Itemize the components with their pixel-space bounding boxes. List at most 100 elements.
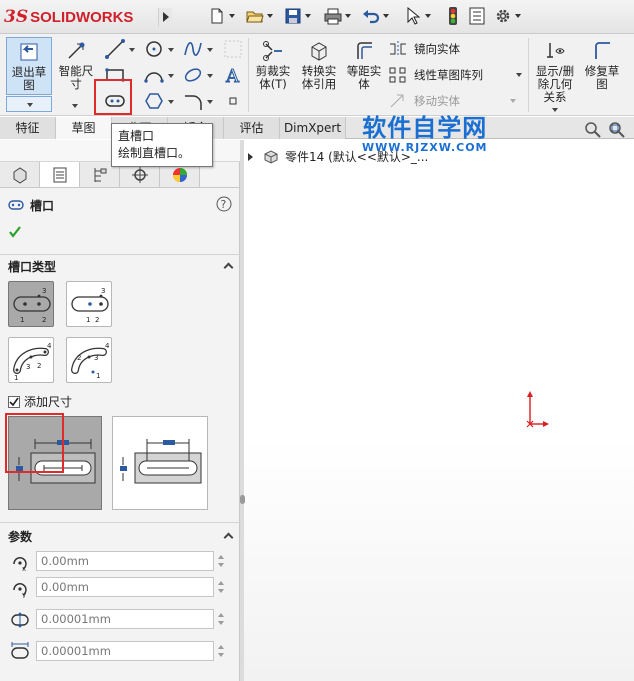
help-icon[interactable]: ? <box>216 196 232 212</box>
save-button[interactable] <box>284 6 311 26</box>
options-button[interactable] <box>494 6 521 26</box>
file-properties-button[interactable] <box>468 6 486 26</box>
3-point-arc-slot-icon: 1 3 2 4 <box>13 342 52 382</box>
open-folder-icon <box>246 11 264 23</box>
center-x-spinner[interactable] <box>216 551 226 571</box>
center-y-spinner[interactable] <box>216 577 226 597</box>
select-button[interactable] <box>404 6 431 26</box>
parameters-collapse-chevron-icon[interactable] <box>223 532 234 543</box>
add-dimensions-checkbox-row[interactable]: 添加尺寸 <box>8 393 72 410</box>
mirror-entities-label: 镜向实体 <box>414 41 460 56</box>
polygon-tool-icon[interactable] <box>143 90 165 112</box>
slot-width-spinner[interactable] <box>216 609 226 629</box>
circle-tool-icon[interactable] <box>143 38 165 60</box>
properties-list-icon <box>469 7 485 25</box>
display-delete-relations-button[interactable]: 显示/删除几何关系 <box>532 37 578 104</box>
slot-feature-icon <box>8 200 24 210</box>
menu-expand-arrow-icon[interactable] <box>158 8 172 26</box>
exit-sketch-dropdown[interactable] <box>6 96 52 112</box>
repair-sketch-button[interactable]: 修复草图 <box>582 37 622 97</box>
convert-entities-icon <box>311 42 327 61</box>
tooltip-title: 直槽口 <box>118 129 155 143</box>
line-tool-icon[interactable] <box>104 38 126 60</box>
ellipse-tool-icon[interactable] <box>182 64 204 86</box>
ds-logo-mark: 3S <box>4 7 29 27</box>
configuration-manager-icon <box>94 167 106 182</box>
dimension-center-to-center-option[interactable] <box>112 416 208 510</box>
linear-sketch-pattern-button[interactable]: 线性草图阵列 <box>388 65 522 85</box>
convert-entities-label: 转换实体引用 <box>301 64 337 91</box>
graphics-area[interactable]: 零件14 (默认<<默认>_... <box>244 140 634 681</box>
slot-type-section-header[interactable]: 槽口类型 <box>0 256 240 278</box>
mirror-entities-icon <box>390 41 406 57</box>
svg-text:?: ? <box>221 198 227 211</box>
trim-entities-icon <box>263 41 282 61</box>
feature-manager-tab[interactable] <box>0 162 40 187</box>
tab-dimxpert[interactable]: DimXpert <box>280 117 346 139</box>
checkmark-icon <box>9 397 19 406</box>
slot2-point-label-1: 1 <box>86 316 90 324</box>
text-tool-icon[interactable]: A <box>222 64 244 87</box>
center-y-field[interactable]: 0.00mm <box>36 577 214 597</box>
title-bar: 3S SOLIDWORKS <box>0 0 634 34</box>
add-dimensions-label: 添加尺寸 <box>24 395 73 409</box>
panel-splitter[interactable] <box>240 140 244 681</box>
centerpoint-arc-slot-option[interactable]: 2 3 4 1 <box>66 337 112 383</box>
slot4-point-label-1: 1 <box>96 372 100 380</box>
trim-entities-button[interactable]: 剪裁实体(T) <box>252 37 294 97</box>
tooltip-description: 绘制直槽口。 <box>118 146 191 160</box>
rebuild-button[interactable] <box>444 6 462 26</box>
move-entities-icon <box>390 94 404 108</box>
slot3-point-label-1: 1 <box>14 374 18 382</box>
ok-check-icon[interactable] <box>8 225 22 239</box>
slot4-point-label-2: 2 <box>77 354 81 362</box>
new-document-button[interactable] <box>208 6 235 26</box>
expand-arrow-icon[interactable] <box>248 152 253 161</box>
property-manager-panel: 槽口 ? 槽口类型 1 2 3 1 2 3 1 3 2 4 2 3 4 1 添加… <box>0 140 240 681</box>
collapse-chevron-icon[interactable] <box>223 262 234 273</box>
smart-dimension-button[interactable]: 智能尺寸 <box>56 37 96 95</box>
cursor-arrow-icon <box>407 7 421 25</box>
tab-evaluate[interactable]: 评估 <box>224 117 280 139</box>
surface-grid-icon <box>224 40 242 58</box>
3-point-arc-slot-option[interactable]: 1 3 2 4 <box>8 337 54 383</box>
linear-pattern-label: 线性草图阵列 <box>414 67 483 82</box>
print-button[interactable] <box>324 6 351 26</box>
repair-sketch-label: 修复草图 <box>584 64 620 91</box>
parameters-section-header[interactable]: 参数 <box>0 526 240 548</box>
arc-tool-icon[interactable] <box>143 64 165 86</box>
slot-length-spinner[interactable] <box>216 641 226 661</box>
tab-sketch[interactable]: 草图 <box>56 117 112 139</box>
slot-point-label-1: 1 <box>20 316 24 324</box>
offset-entities-button[interactable]: 等距实体 <box>344 37 384 97</box>
sketch-fillet-tool-icon[interactable] <box>182 90 204 112</box>
undo-icon <box>363 10 380 24</box>
property-manager-tab[interactable] <box>40 162 80 187</box>
slot-width-field[interactable]: 0.00001mm <box>36 609 214 629</box>
slot-length-icon <box>11 642 29 659</box>
add-dimensions-checkbox[interactable] <box>8 395 20 408</box>
open-document-button[interactable] <box>246 6 273 26</box>
slot-length-field[interactable]: 0.00001mm <box>36 641 214 661</box>
slot-point-label-2: 2 <box>42 316 46 324</box>
zoom-to-fit-icon[interactable] <box>584 121 602 139</box>
mirror-entities-button[interactable]: 镜向实体 <box>388 39 516 59</box>
center-x-field[interactable]: 0.00mm <box>36 551 214 571</box>
straight-slot-option[interactable]: 1 2 3 <box>8 281 54 327</box>
spline-tool-icon[interactable] <box>182 38 204 60</box>
splitter-handle-icon[interactable] <box>240 495 245 504</box>
tab-features[interactable]: 特征 <box>0 117 56 139</box>
point-tool-icon[interactable] <box>222 90 244 112</box>
gear-icon <box>496 9 510 23</box>
move-entities-label: 移动实体 <box>414 93 460 108</box>
solidworks-logo[interactable]: 3S SOLIDWORKS <box>4 6 133 28</box>
move-entities-button[interactable]: 移动实体 <box>388 91 516 111</box>
parameters-header-label: 参数 <box>8 530 33 544</box>
slot2-point-label-2: 2 <box>95 316 99 324</box>
centerpoint-straight-slot-icon: 1 2 3 <box>71 287 109 324</box>
exit-sketch-button[interactable]: 退出草图 <box>6 37 52 95</box>
zoom-to-area-icon[interactable] <box>608 121 626 139</box>
centerpoint-straight-slot-option[interactable]: 1 2 3 <box>66 281 112 327</box>
undo-button[interactable] <box>362 6 389 26</box>
convert-entities-button[interactable]: 转换实体引用 <box>298 37 340 97</box>
